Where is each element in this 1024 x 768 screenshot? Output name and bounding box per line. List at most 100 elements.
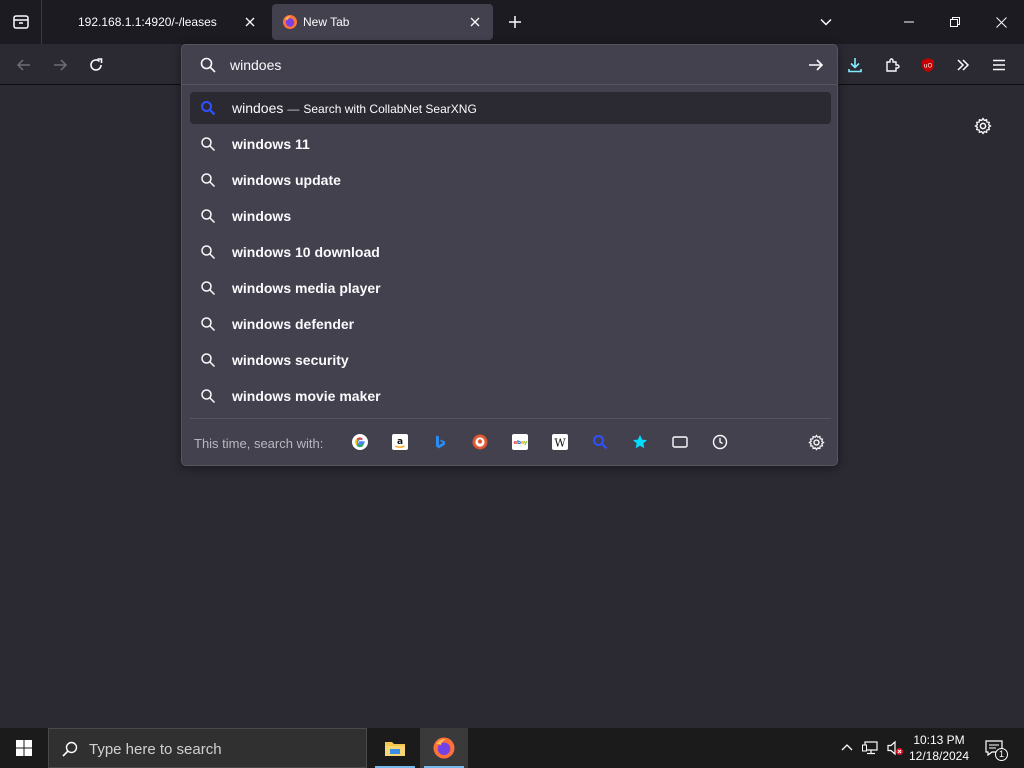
search-history-button[interactable]: [710, 432, 730, 452]
network-icon: [862, 741, 878, 755]
action-center-button[interactable]: 1: [978, 728, 1010, 768]
tabs-icon: [672, 436, 688, 448]
search-icon: [201, 281, 216, 296]
history-icon: [712, 434, 728, 450]
suggestion-row[interactable]: windows defender: [190, 308, 831, 340]
wikipedia-icon: W: [552, 434, 568, 450]
taskbar-file-explorer[interactable]: [371, 728, 419, 768]
google-icon: [352, 434, 368, 450]
minimize-button[interactable]: [886, 0, 932, 44]
one-off-label: This time, search with:: [194, 436, 324, 451]
suggestion-text: windows security: [232, 352, 349, 368]
downloads-button[interactable]: [842, 52, 868, 78]
search-icon: [201, 137, 216, 152]
volume-button[interactable]: [884, 728, 906, 768]
window-close-button[interactable]: [978, 0, 1024, 44]
search-icon: [201, 209, 216, 224]
tab-close-button[interactable]: [240, 12, 260, 32]
taskbar-search-placeholder: Type here to search: [89, 741, 222, 758]
svg-text:uO: uO: [924, 63, 933, 70]
suggestion-row[interactable]: windows media player: [190, 272, 831, 304]
network-button[interactable]: [860, 728, 882, 768]
duckduckgo-icon: [472, 434, 488, 450]
suggestion-row[interactable]: windows 10 download: [190, 236, 831, 268]
suggestion-row[interactable]: windows security: [190, 344, 831, 376]
separator: —: [287, 102, 300, 116]
tab-title: 192.168.1.1:4920/-/leases: [78, 15, 217, 29]
heuristic-action: Search with CollabNet SearXNG: [303, 102, 477, 116]
urlbar-popup: windoes—Search with CollabNet SearXNG wi…: [181, 44, 838, 466]
folder-icon: [385, 742, 405, 756]
suggestion-text: windows defender: [232, 316, 355, 332]
suggestion-row[interactable]: windows 11: [190, 128, 831, 160]
notification-count-badge: 1: [995, 748, 1008, 761]
divider: [190, 418, 831, 419]
engine-wikipedia-button[interactable]: W: [550, 432, 570, 452]
ebay-icon: ebay: [512, 434, 528, 450]
gear-icon: [807, 433, 825, 451]
taskbar-clock[interactable]: 10:13 PM 12/18/2024: [906, 732, 972, 764]
restore-button[interactable]: [932, 0, 978, 44]
puzzle-icon: [886, 58, 900, 72]
forward-button[interactable]: [47, 52, 73, 78]
extensions-button[interactable]: [879, 52, 905, 78]
searxng-icon: [593, 435, 608, 450]
urlbar: [182, 45, 837, 85]
start-button[interactable]: [0, 728, 48, 768]
gear-icon: [974, 117, 992, 135]
close-icon: [995, 16, 1007, 28]
suggestion-row[interactable]: windows movie maker: [190, 380, 831, 412]
search-icon: [201, 245, 216, 260]
go-button[interactable]: [805, 54, 827, 76]
tab-strip: 192.168.1.1:4920/-/leases New Tab: [0, 0, 1024, 44]
svg-text:y: y: [524, 440, 528, 446]
suggestion-text: windows media player: [232, 280, 381, 296]
double-chevron-right-icon: [957, 59, 970, 71]
tab-leases[interactable]: 192.168.1.1:4920/-/leases: [44, 4, 268, 40]
engine-duckduckgo-button[interactable]: [470, 432, 490, 452]
one-off-search-buttons: This time, search with: a ebay W: [182, 418, 837, 465]
engine-google-button[interactable]: [350, 432, 370, 452]
more-tools-button[interactable]: [950, 52, 976, 78]
suggestion-row[interactable]: windows: [190, 200, 831, 232]
search-settings-button[interactable]: [806, 432, 826, 452]
reload-button[interactable]: [83, 52, 109, 78]
ublock-icon: uO: [922, 58, 934, 72]
personalize-new-tab-button[interactable]: [971, 114, 995, 138]
tab-new-tab[interactable]: New Tab: [272, 4, 493, 40]
firefox-view-button[interactable]: [0, 0, 42, 44]
suggestion-text: windows movie maker: [232, 388, 381, 404]
show-hidden-icons-button[interactable]: [836, 728, 858, 768]
search-icon: [201, 353, 216, 368]
suggestion-row[interactable]: windows update: [190, 164, 831, 196]
list-all-tabs-button[interactable]: [814, 10, 838, 34]
amazon-icon: a: [392, 434, 408, 450]
clock-time: 10:13 PM: [913, 733, 965, 747]
engine-amazon-button[interactable]: a: [390, 432, 410, 452]
volume-muted-icon: [887, 740, 903, 756]
tab-close-button[interactable]: [465, 12, 485, 32]
heuristic-result[interactable]: windoes — Search with CollabNet SearXNG: [190, 92, 831, 124]
close-icon: [245, 17, 255, 27]
taskbar-search-box[interactable]: Type here to search: [48, 728, 367, 768]
search-tabs-button[interactable]: [670, 432, 690, 452]
searxng-icon: [201, 101, 216, 116]
bing-icon: [436, 435, 445, 449]
engine-bing-button[interactable]: [430, 432, 450, 452]
search-icon: [201, 389, 216, 404]
windows-logo-icon: [16, 740, 32, 756]
new-tab-button[interactable]: [503, 10, 527, 34]
arrow-right-icon: [809, 59, 824, 71]
engine-searxng-button[interactable]: [590, 432, 610, 452]
taskbar-firefox[interactable]: [420, 728, 468, 768]
back-button[interactable]: [11, 52, 37, 78]
search-bookmarks-button[interactable]: [630, 432, 650, 452]
ublock-origin-button[interactable]: uO: [915, 52, 941, 78]
engine-ebay-button[interactable]: ebay: [510, 432, 530, 452]
svg-text:W: W: [554, 437, 566, 450]
plus-icon: [509, 16, 521, 28]
close-icon: [470, 17, 480, 27]
arrow-right-icon: [54, 59, 68, 71]
app-menu-button[interactable]: [986, 52, 1012, 78]
urlbar-input[interactable]: [230, 55, 790, 75]
